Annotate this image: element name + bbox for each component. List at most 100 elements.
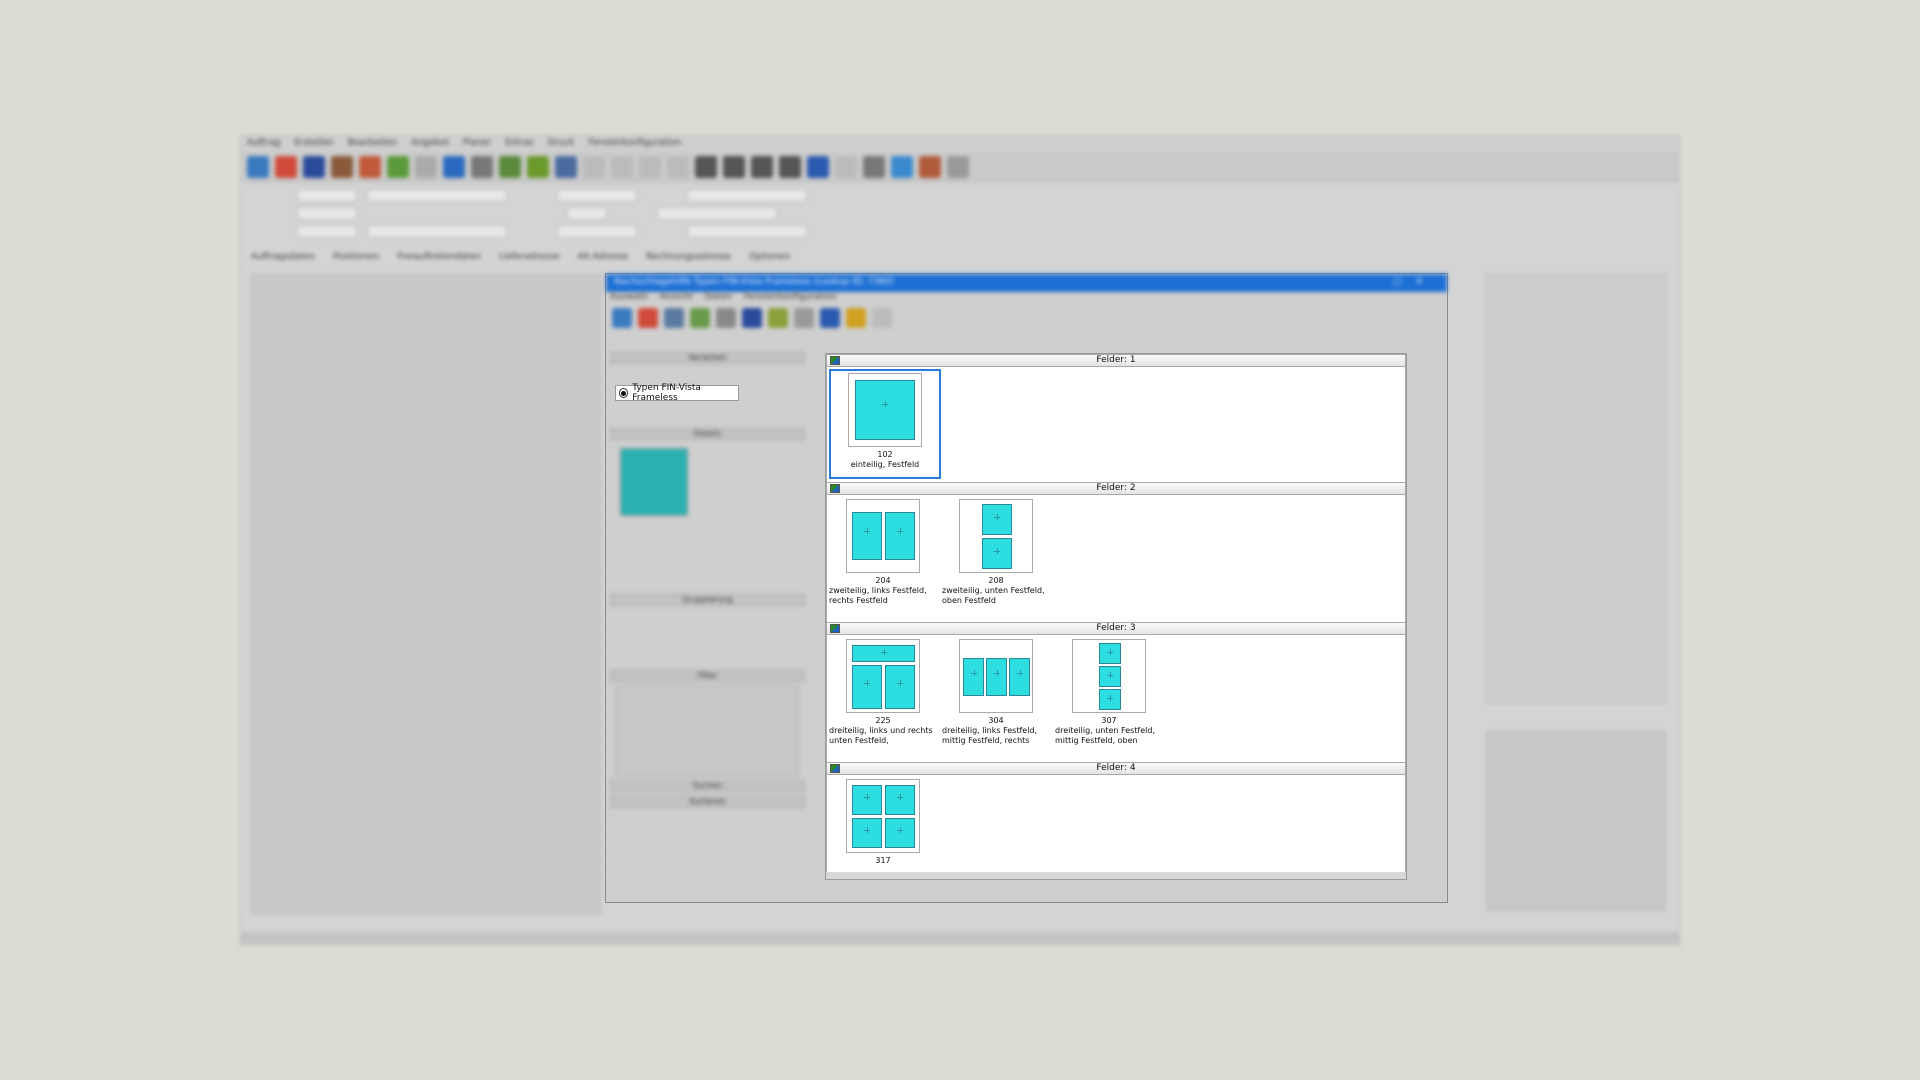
grid-row[interactable] [252, 725, 600, 740]
menu-extras[interactable]: Extras [505, 138, 533, 150]
toolbar-icon[interactable] [247, 156, 269, 178]
grid-row[interactable] [252, 650, 600, 665]
type-tile-307[interactable]: 307 dreiteilig, unten Festfeld, mittig F… [1053, 639, 1165, 746]
grid-row[interactable] [252, 860, 600, 875]
info-icon[interactable] [863, 156, 885, 178]
grid-row[interactable] [252, 320, 600, 335]
help-icon[interactable] [443, 156, 465, 178]
tab-rechnungsadresse[interactable]: Rechnungsadresse [646, 252, 731, 262]
grid-row[interactable] [252, 545, 600, 560]
grid-row[interactable] [252, 770, 600, 785]
type-tile-225[interactable]: 225 dreiteilig, links und rechts unten F… [827, 639, 939, 746]
toolbar-icon[interactable] [639, 156, 661, 178]
section-details[interactable]: Details [610, 428, 805, 440]
toolbar-icon[interactable] [807, 156, 829, 178]
grid-row[interactable] [252, 815, 600, 830]
dialog-menu-auswahl[interactable]: Auswahl [610, 292, 648, 305]
group-header[interactable]: Felder: 3 [826, 622, 1406, 635]
grid-row[interactable] [252, 485, 600, 500]
toolbar-icon[interactable] [638, 308, 658, 328]
tab-optionen[interactable]: Optionen [749, 252, 790, 262]
toolbar-icon[interactable] [612, 308, 632, 328]
toolbar-icon[interactable] [947, 156, 969, 178]
menu-auftrag[interactable]: Auftrag [247, 138, 280, 150]
type-tile-208[interactable]: 208 zweiteilig, unten Festfeld, oben Fes… [940, 499, 1052, 606]
toolbar-icon[interactable] [331, 156, 353, 178]
filter-icon[interactable] [716, 308, 736, 328]
grid-row[interactable] [252, 605, 600, 620]
grid-row[interactable] [252, 530, 600, 545]
toolbar-icon[interactable] [794, 308, 814, 328]
grid-row[interactable] [252, 425, 600, 440]
toolbar-icon[interactable] [872, 308, 892, 328]
toolbar-icon[interactable] [723, 156, 745, 178]
dialog-menu-fensterkonfiguration[interactable]: Fensterkonfiguration [744, 292, 837, 305]
section-varianten[interactable]: Varianten [610, 352, 805, 364]
grid-row[interactable] [252, 365, 600, 380]
filter-grid[interactable] [616, 686, 799, 776]
menu-bearbeiten[interactable]: Bearbeiten [348, 138, 397, 150]
menu-fensterkonfiguration[interactable]: Fensterkonfiguration [588, 138, 681, 150]
grid-row[interactable] [252, 275, 600, 290]
grid-row[interactable] [252, 665, 600, 680]
menu-planer[interactable]: Planer [463, 138, 491, 150]
grid-row[interactable] [252, 440, 600, 455]
toolbar-icon[interactable] [555, 156, 577, 178]
grid-row[interactable] [252, 575, 600, 590]
group-header[interactable]: Felder: 2 [826, 482, 1406, 495]
save-icon[interactable] [303, 156, 325, 178]
menu-druck[interactable]: Druck [548, 138, 575, 150]
toolbar-icon[interactable] [387, 156, 409, 178]
grid-row[interactable] [252, 590, 600, 605]
grid-row[interactable] [252, 350, 600, 365]
grid-row[interactable] [252, 515, 600, 530]
section-gruppierung[interactable]: Gruppierung [610, 594, 805, 606]
window-controls[interactable]: ▢✕ [1393, 277, 1437, 287]
type-tile-204[interactable]: 204 zweiteilig, links Festfeld, rechts F… [827, 499, 939, 606]
toolbar-icon[interactable] [499, 156, 521, 178]
type-tile-102[interactable]: 102 einteilig, Festfeld [829, 369, 941, 479]
grid-row[interactable] [252, 845, 600, 860]
dialog-menu-ansicht[interactable]: Ansicht [660, 292, 693, 305]
grid-row[interactable] [252, 620, 600, 635]
grid-row[interactable] [252, 635, 600, 650]
toolbar-icon[interactable] [527, 156, 549, 178]
group-header[interactable]: Felder: 1 [826, 354, 1406, 367]
toolbar-icon[interactable] [471, 156, 493, 178]
grid-row[interactable] [252, 335, 600, 350]
grid-row[interactable] [252, 395, 600, 410]
grid-row[interactable] [252, 500, 600, 515]
tab-auftragsdaten[interactable]: Auftragsdaten [251, 252, 315, 262]
grid-row[interactable] [252, 710, 600, 725]
grid-row[interactable] [252, 305, 600, 320]
grid-row[interactable] [252, 755, 600, 770]
save-icon[interactable] [742, 308, 762, 328]
toolbar-icon[interactable] [820, 308, 840, 328]
dialog-menu-daten[interactable]: Daten [705, 292, 732, 305]
toolbar-icon[interactable] [667, 156, 689, 178]
position-attribute-grid[interactable] [251, 274, 601, 914]
toolbar-icon[interactable] [275, 156, 297, 178]
radio-selected-icon[interactable] [619, 388, 629, 398]
grid-row[interactable] [252, 455, 600, 470]
type-tile-304[interactable]: 304 dreiteilig, links Festfeld, mittig F… [940, 639, 1052, 746]
image-view-icon[interactable] [690, 308, 710, 328]
tab-alt-adresse[interactable]: Alt.Adresse [578, 252, 629, 262]
menu-angebot[interactable]: Angebot [411, 138, 449, 150]
tab-lieferadresse[interactable]: Lieferadresse [499, 252, 560, 262]
grid-row[interactable] [252, 695, 600, 710]
grid-row[interactable] [252, 290, 600, 305]
toolbar-icon[interactable] [779, 156, 801, 178]
grid-row[interactable] [252, 785, 600, 800]
toolbar-icon[interactable] [611, 156, 633, 178]
type-tile-317[interactable]: 317 [827, 779, 939, 866]
refresh-icon[interactable] [891, 156, 913, 178]
grid-row[interactable] [252, 830, 600, 845]
section-sortieren[interactable]: Sortieren [610, 796, 805, 808]
grid-row[interactable] [252, 740, 600, 755]
toolbar-icon[interactable] [751, 156, 773, 178]
section-suchen[interactable]: Suchen [610, 780, 805, 792]
tab-positionen[interactable]: Positionen [333, 252, 379, 262]
variant-radio-option[interactable]: Typen FIN-Vista Frameless [615, 383, 739, 403]
toolbar-icon[interactable] [695, 156, 717, 178]
